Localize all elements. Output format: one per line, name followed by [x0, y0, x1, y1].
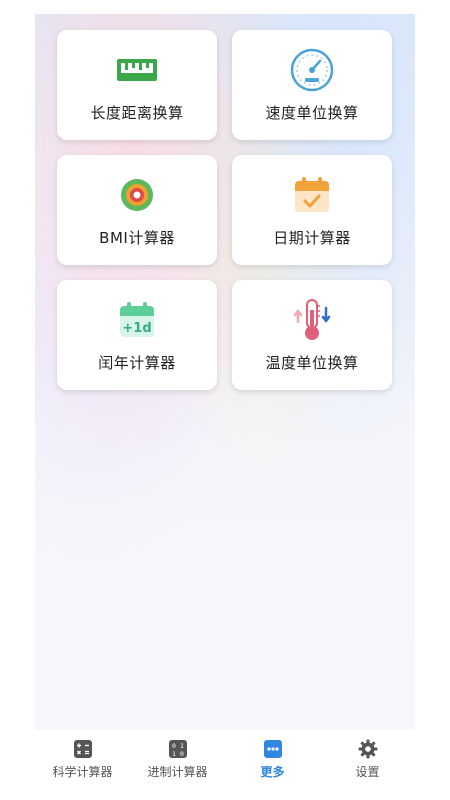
target-icon [57, 175, 217, 215]
more-screen: 长度距离换算 速度单位换算 BMI计算器 日期计算器 +1d 闰年计算器 温度单… [35, 14, 415, 730]
ruler-icon [57, 50, 217, 90]
thermometer-icon [232, 299, 392, 340]
tab-scientific-calculator-label: 科学计算器 [52, 765, 113, 779]
temperature-converter-card[interactable]: 温度单位换算 [232, 280, 392, 390]
date-calculator-card[interactable]: 日期计算器 [232, 155, 392, 265]
tab-base-calculator-label: 进制计算器 [147, 765, 208, 779]
length-converter-label: 长度距离换算 [90, 104, 184, 122]
tab-scientific-calculator[interactable]: 科学计算器 [35, 730, 130, 788]
svg-text:1: 1 [172, 750, 176, 758]
calendar-plus-one-icon: +1d [57, 300, 217, 340]
bottom-tab-bar: 科学计算器 0 1 1 0 进制计算器 更多 设置 [35, 730, 415, 788]
app-frame: 长度距离换算 速度单位换算 BMI计算器 日期计算器 +1d 闰年计算器 温度单… [0, 0, 450, 800]
svg-text:1: 1 [180, 742, 184, 750]
gear-icon [358, 739, 378, 759]
leap-year-calculator-card[interactable]: +1d 闰年计算器 [57, 280, 217, 390]
tab-settings-label: 设置 [355, 765, 380, 779]
more-icon [263, 739, 283, 759]
binary-icon: 0 1 1 0 [168, 739, 188, 759]
tab-more-label: 更多 [260, 765, 285, 779]
svg-text:0: 0 [180, 750, 184, 758]
tab-base-calculator[interactable]: 0 1 1 0 进制计算器 [130, 730, 225, 788]
date-calculator-label: 日期计算器 [273, 229, 351, 247]
calendar-check-icon [232, 175, 392, 215]
svg-text:0: 0 [172, 742, 176, 750]
temperature-converter-label: 温度单位换算 [265, 354, 359, 372]
length-converter-card[interactable]: 长度距离换算 [57, 30, 217, 140]
leap-year-calculator-label: 闰年计算器 [98, 354, 176, 372]
bmi-calculator-label: BMI计算器 [99, 229, 175, 247]
speed-converter-label: 速度单位换算 [265, 104, 359, 122]
calculator-icon [73, 739, 93, 759]
speed-converter-card[interactable]: 速度单位换算 [232, 30, 392, 140]
leap-icon-text: +1d [122, 321, 151, 336]
bmi-calculator-card[interactable]: BMI计算器 [57, 155, 217, 265]
speedometer-icon [232, 48, 392, 92]
tab-more[interactable]: 更多 [225, 730, 320, 788]
tab-settings[interactable]: 设置 [320, 730, 415, 788]
